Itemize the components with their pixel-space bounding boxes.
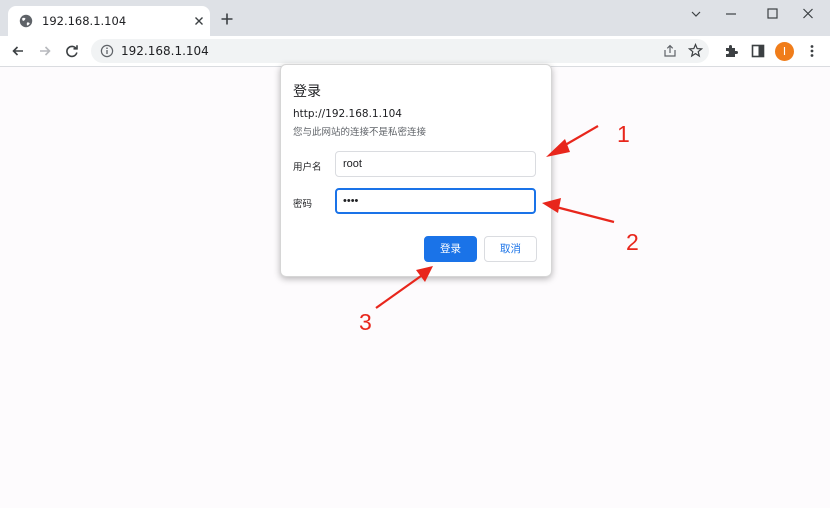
username-field[interactable] (335, 151, 536, 177)
sign-in-dialog: 登录 http://192.168.1.104 您与此网站的连接不是私密连接 用… (280, 64, 552, 277)
url-text: 192.168.1.104 (121, 44, 209, 58)
password-label: 密码 (293, 199, 313, 210)
chevron-down-icon[interactable] (683, 5, 709, 23)
annotation-label-1: 1 (617, 121, 630, 147)
tab-strip: 192.168.1.104 (0, 0, 830, 36)
annotation-label-3: 3 (359, 309, 372, 335)
profile-avatar[interactable]: I (775, 42, 794, 61)
forward-icon[interactable] (37, 43, 53, 59)
login-button[interactable]: 登录 (424, 236, 477, 262)
cancel-button[interactable]: 取消 (484, 236, 537, 262)
dialog-title: 登录 (293, 84, 321, 100)
side-panel-icon[interactable] (750, 43, 766, 59)
minimize-icon[interactable] (718, 5, 744, 23)
plus-icon[interactable] (219, 11, 235, 27)
globe-icon (19, 14, 33, 28)
star-icon[interactable] (688, 43, 703, 58)
window-close-icon[interactable] (795, 5, 821, 23)
info-icon[interactable] (100, 44, 114, 58)
address-bar[interactable]: 192.168.1.104 (91, 39, 709, 63)
reload-icon[interactable] (64, 43, 80, 59)
annotation-label-2: 2 (626, 229, 639, 255)
username-label: 用户名 (293, 162, 322, 173)
browser-tab[interactable]: 192.168.1.104 (8, 6, 210, 36)
tab-title: 192.168.1.104 (42, 14, 127, 28)
dialog-origin: http://192.168.1.104 (293, 108, 402, 120)
password-field[interactable] (335, 188, 536, 214)
share-icon[interactable] (663, 44, 677, 58)
menu-icon[interactable] (808, 43, 816, 59)
close-icon[interactable] (191, 13, 207, 29)
connection-warning: 您与此网站的连接不是私密连接 (293, 127, 427, 138)
browser-toolbar: 192.168.1.104 (0, 36, 830, 67)
maximize-icon[interactable] (759, 5, 785, 23)
extensions-icon[interactable] (723, 43, 739, 59)
back-icon[interactable] (10, 43, 26, 59)
